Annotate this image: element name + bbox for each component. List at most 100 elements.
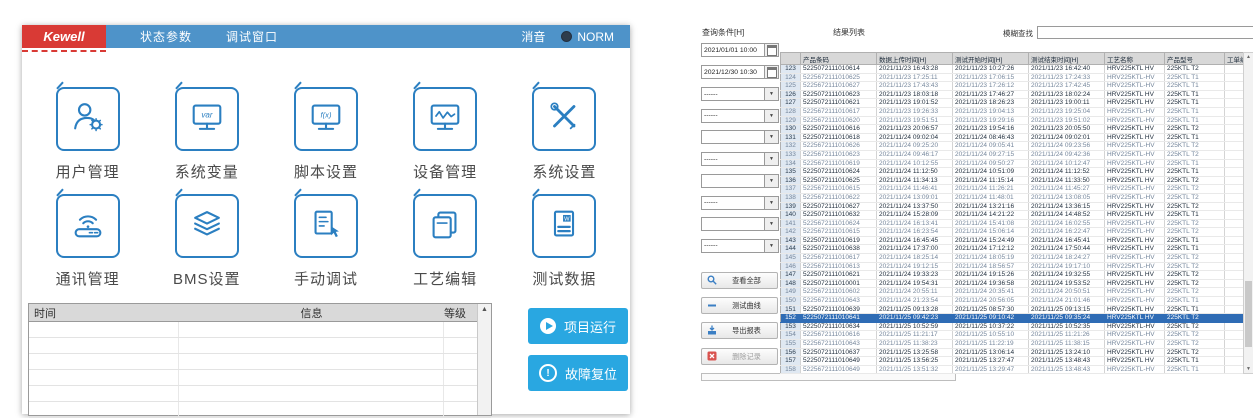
dropdown-value[interactable] — [701, 217, 765, 231]
tile-manual-debug[interactable]: 手动调试 — [266, 192, 385, 295]
filter-dropdown-2[interactable]: ------▼ — [701, 109, 779, 123]
start-time-value[interactable]: 2021/01/01 10:00 — [701, 43, 765, 57]
scroll-up-icon[interactable]: ▲ — [481, 306, 488, 313]
dropdown-value[interactable] — [701, 174, 765, 188]
result-row[interactable]: 14952256721110106022021/11/24 20:55:1120… — [781, 288, 1244, 297]
result-row[interactable]: 12852256721110106172021/11/23 19:26:3320… — [781, 107, 1244, 116]
dropdown-button[interactable]: ▼ — [765, 217, 779, 231]
tile-bms-settings[interactable]: BMS设置 — [147, 192, 266, 295]
result-row[interactable]: 14652256721110106132021/11/24 19:12:1520… — [781, 262, 1244, 271]
fault-reset-button[interactable]: ! 故障复位 — [528, 355, 628, 391]
tab-debug-window[interactable]: 调试窗口 — [226, 28, 278, 45]
filter-dropdown-7[interactable]: ▼ — [701, 217, 779, 231]
result-row[interactable]: 12352250721110106142021/11/23 16:43:2820… — [781, 65, 1244, 74]
filter-dropdown-1[interactable]: ------▼ — [701, 87, 779, 101]
calendar-button[interactable] — [765, 43, 779, 57]
test-curve-button[interactable]: 测试曲线 — [701, 297, 778, 314]
scroll-thumb[interactable] — [1245, 281, 1252, 347]
dropdown-value[interactable]: ------ — [701, 109, 765, 123]
result-row[interactable]: 15852256721110106492021/11/25 13:51:3220… — [781, 365, 1244, 374]
result-row[interactable]: 14352250721110106192021/11/24 16:45:4520… — [781, 236, 1244, 245]
tile-comm-management[interactable]: 通讯管理 — [28, 192, 147, 295]
tile-script-settings[interactable]: f(x)脚本设置 — [266, 85, 385, 188]
results-column-header[interactable]: 工艺名称 — [1105, 53, 1165, 65]
scroll-up-icon[interactable]: ▲ — [1244, 54, 1253, 60]
dropdown-button[interactable]: ▼ — [765, 109, 779, 123]
log-scrollbar[interactable]: ▲ — [477, 304, 491, 415]
view-all-button[interactable]: 查看全部 — [701, 272, 778, 289]
results-column-header[interactable]: 测试结束时间[H] — [1029, 53, 1105, 65]
tile-process-editor[interactable]: 工艺编辑 — [386, 192, 505, 295]
project-run-button[interactable]: 项目运行 — [528, 308, 628, 344]
result-row[interactable]: 13952250721110106272021/11/24 13:37:5020… — [781, 202, 1244, 211]
result-row[interactable]: 15652250721110106372021/11/25 13:25:5820… — [781, 348, 1244, 357]
filter-dropdown-5[interactable]: ▼ — [701, 174, 779, 188]
result-row[interactable]: 14852250721110100012021/11/24 19:54:3120… — [781, 279, 1244, 288]
result-row[interactable]: 14252256721110106152021/11/24 16:23:5420… — [781, 228, 1244, 237]
results-column-header[interactable]: 产品条码 — [801, 53, 877, 65]
result-row[interactable]: 13052250721110106162021/11/23 20:06:5720… — [781, 125, 1244, 134]
results-column-header[interactable]: 产品型号 — [1165, 53, 1225, 65]
end-time-value[interactable]: 2021/12/30 10:30 — [701, 65, 765, 79]
result-row[interactable]: 13352256721110106232021/11/24 09:46:1720… — [781, 150, 1244, 159]
results-column-header[interactable]: 数据上传时间[H] — [877, 53, 953, 65]
tile-user-management[interactable]: 用户管理 — [28, 85, 147, 188]
filter-dropdown-3[interactable]: ▼ — [701, 130, 779, 144]
result-row[interactable]: 12552256721110106272021/11/23 17:43:4320… — [781, 82, 1244, 91]
result-row[interactable]: 15352250721110106342021/11/25 10:52:5920… — [781, 322, 1244, 331]
delete-record-button[interactable]: 删除记录 — [701, 348, 778, 365]
dropdown-button[interactable]: ▼ — [765, 239, 779, 253]
dropdown-value[interactable]: ------ — [701, 239, 765, 253]
result-row[interactable]: 15552256721110106432021/11/25 11:38:2320… — [781, 340, 1244, 349]
kewell-brand-button[interactable]: Kewell — [22, 25, 106, 48]
result-row[interactable]: 14552256721110106172021/11/24 18:25:1420… — [781, 254, 1244, 263]
dropdown-button[interactable]: ▼ — [765, 196, 779, 210]
mute-button[interactable]: 消音 — [521, 28, 545, 45]
calendar-button[interactable] — [765, 65, 779, 79]
dropdown-value[interactable] — [701, 130, 765, 144]
result-row[interactable]: 12952256721110106202021/11/23 19:51:5120… — [781, 116, 1244, 125]
filter-dropdown-6[interactable]: ------▼ — [701, 196, 779, 210]
results-scrollbar[interactable]: ▲ ▼ — [1243, 52, 1253, 374]
tile-system-settings[interactable]: 系统设置 — [505, 85, 624, 188]
result-row[interactable]: 13652250721110106252021/11/24 11:34:1320… — [781, 176, 1244, 185]
tab-status-params[interactable]: 状态参数 — [140, 28, 192, 45]
result-row[interactable]: 13852256721110106222021/11/24 13:09:0120… — [781, 193, 1244, 202]
tile-test-data[interactable]: W测试数据 — [505, 192, 624, 295]
dropdown-button[interactable]: ▼ — [765, 87, 779, 101]
result-row[interactable]: 15052256721110106432021/11/24 21:23:5420… — [781, 297, 1244, 306]
tile-label: 手动调试 — [294, 268, 358, 289]
dropdown-button[interactable]: ▼ — [765, 152, 779, 166]
result-row[interactable]: 13152250721110106182021/11/24 09:02:0420… — [781, 133, 1244, 142]
result-row[interactable]: 14152256721110106242021/11/24 16:13:4120… — [781, 219, 1244, 228]
result-row[interactable]: 12452256721110106252021/11/23 17:25:1120… — [781, 73, 1244, 82]
result-row[interactable]: 13252256721110106262021/11/24 09:25:2020… — [781, 142, 1244, 151]
results-column-header[interactable]: 测试开始时间[H] — [953, 53, 1029, 65]
result-row[interactable]: 13752256721110106152021/11/24 11:46:4120… — [781, 185, 1244, 194]
dropdown-value[interactable]: ------ — [701, 87, 765, 101]
result-row[interactable]: 14752250721110106212021/11/24 19:33:2320… — [781, 271, 1244, 280]
result-row[interactable]: 13452256721110106192021/11/24 10:12:5520… — [781, 159, 1244, 168]
result-row[interactable]: 13552250721110106242021/11/24 11:12:5020… — [781, 168, 1244, 177]
results-column-header[interactable]: 工单编号 — [1225, 53, 1244, 65]
result-row[interactable]: 14452250721110106382021/11/24 17:37:0020… — [781, 245, 1244, 254]
filter-dropdown-4[interactable]: ------▼ — [701, 152, 779, 166]
dropdown-value[interactable]: ------ — [701, 196, 765, 210]
fuzzy-search-input[interactable] — [1037, 26, 1253, 39]
dropdown-button[interactable]: ▼ — [765, 130, 779, 144]
filter-dropdown-8[interactable]: ------▼ — [701, 239, 779, 253]
result-row[interactable]: 14052250721110106322021/11/24 15:28:0920… — [781, 211, 1244, 220]
result-row[interactable]: 12752250721110106212021/11/23 19:01:5220… — [781, 99, 1244, 108]
export-report-button[interactable]: 导出报表 — [701, 322, 778, 339]
result-row[interactable]: 12652250721110106232021/11/23 18:03:1820… — [781, 90, 1244, 99]
dropdown-button[interactable]: ▼ — [765, 174, 779, 188]
result-row[interactable]: 15152250721110106392021/11/25 09:13:2820… — [781, 305, 1244, 314]
tile-system-variables[interactable]: var系统变量 — [147, 85, 266, 188]
result-row[interactable]: 15452256721110106162021/11/25 11:21:1720… — [781, 331, 1244, 340]
result-row[interactable]: 15252250721110106412021/11/25 09:42:2320… — [781, 314, 1244, 323]
result-row[interactable]: 15752250721110106492021/11/25 13:56:2520… — [781, 357, 1244, 366]
scroll-down-icon[interactable]: ▼ — [1244, 366, 1253, 372]
dropdown-value[interactable]: ------ — [701, 152, 765, 166]
tile-device-management[interactable]: 设备管理 — [386, 85, 505, 188]
status-badge: NORM — [561, 30, 614, 44]
